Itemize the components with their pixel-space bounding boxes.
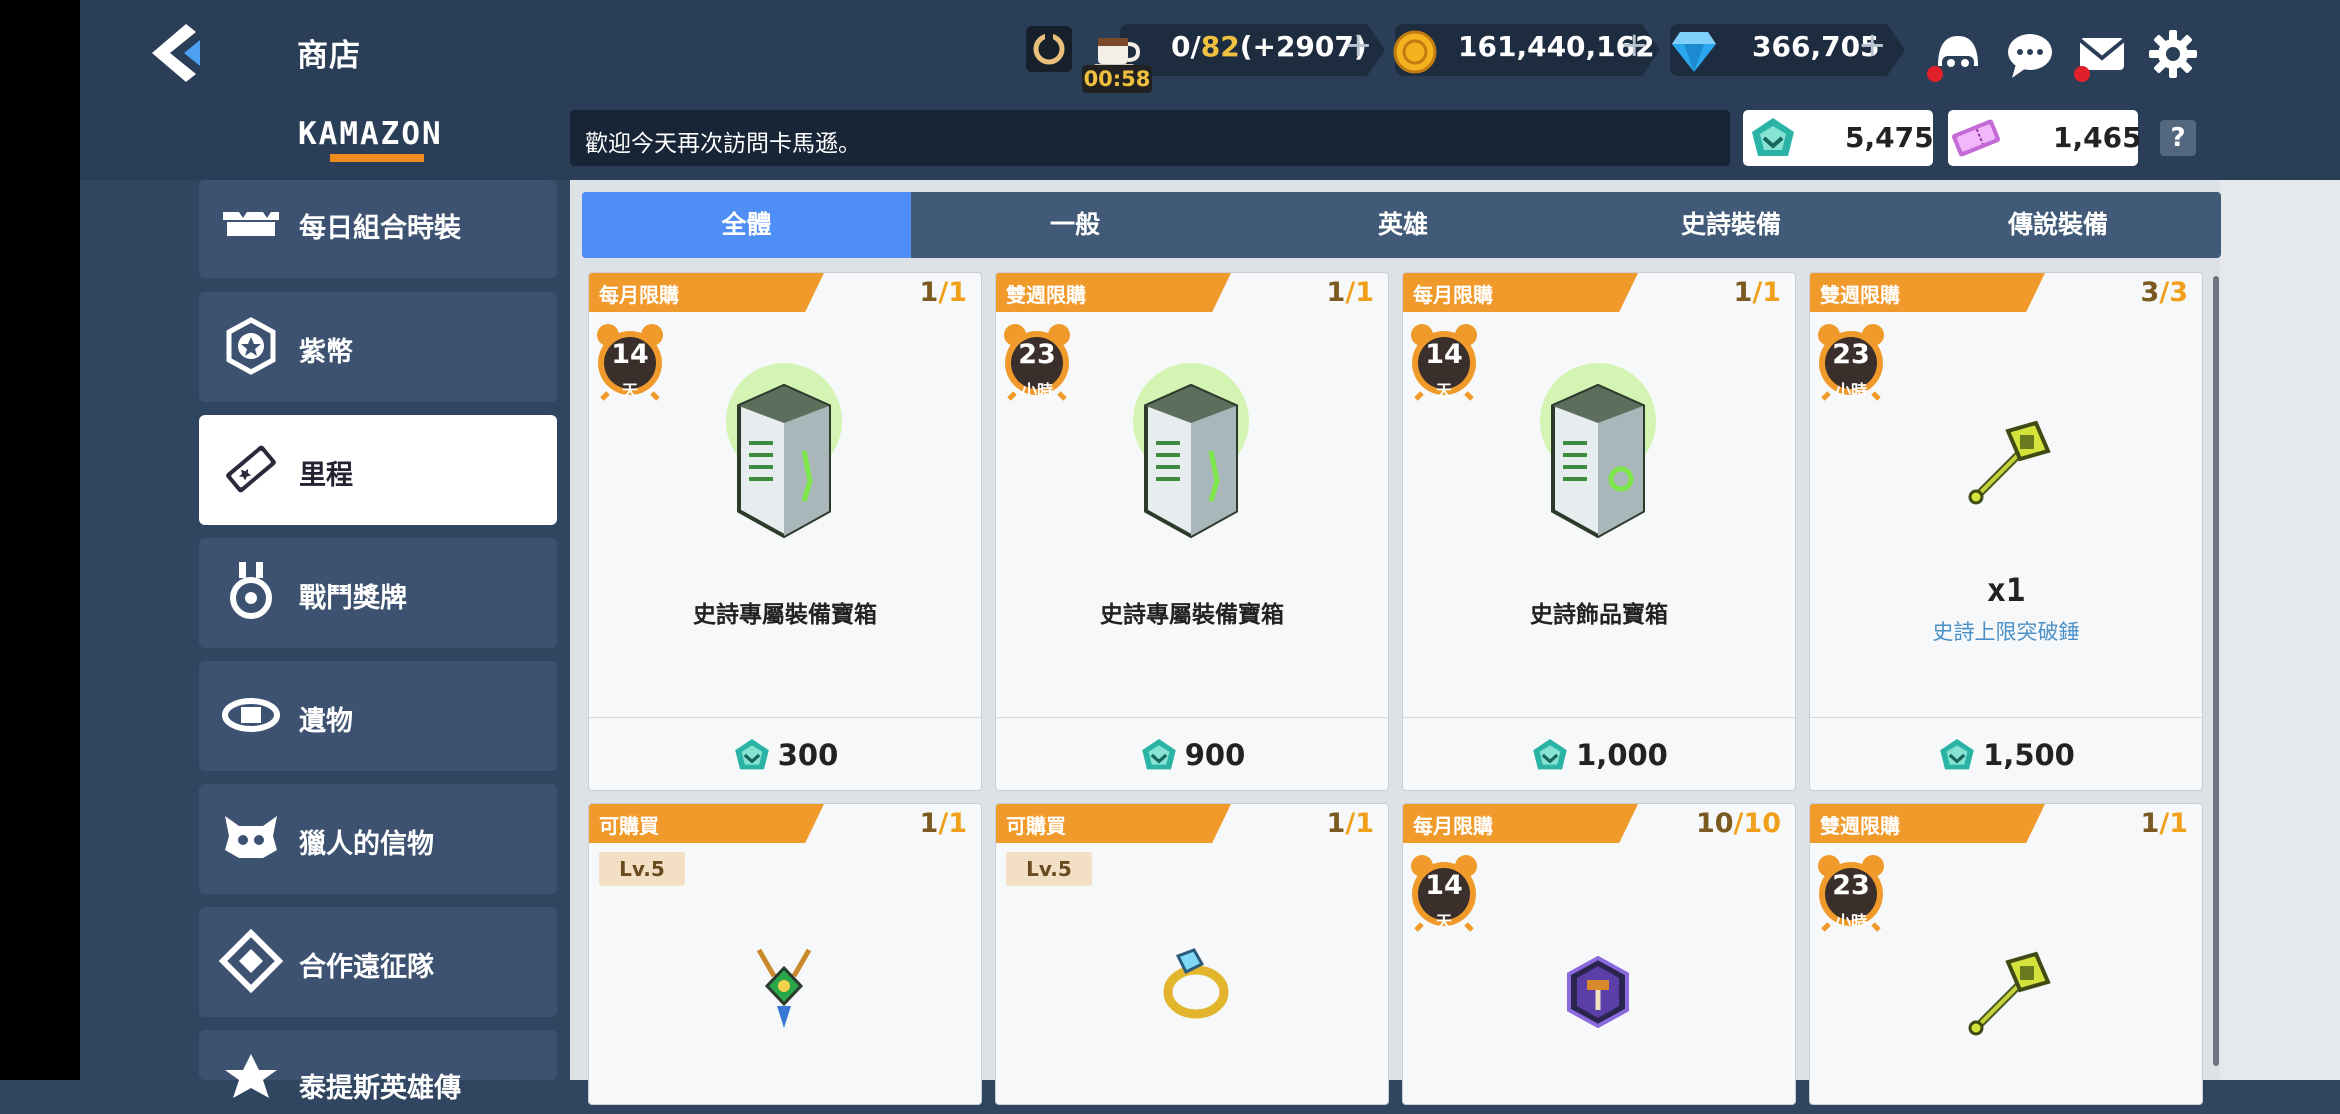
product-card[interactable]: 每月限購 10/10 14 天 xyxy=(1402,803,1796,1105)
product-card[interactable]: 可購買 1/1 Lv.5 xyxy=(995,803,1389,1105)
product-card[interactable]: 雙週限購 3/3 23 小時 x1 史詩上限突破錘 1,500 xyxy=(1809,272,2203,791)
timer-unit: 天 xyxy=(1435,381,1452,400)
product-name: 史詩專屬裝備寶箱 xyxy=(693,602,877,628)
friends-notification-dot xyxy=(1927,66,1943,82)
diamond-icon xyxy=(1672,32,1716,72)
purchase-limit-count: 10/10 xyxy=(1695,808,1781,839)
purchase-limit-count: 1/1 xyxy=(919,808,967,839)
mileage-ticket-icon xyxy=(226,445,276,493)
product-card[interactable]: 雙週限購 1/1 23 小時 史詩專屬裝備寶箱 900 xyxy=(995,272,1389,791)
back-arrow-icon xyxy=(152,24,200,82)
product-card[interactable]: 每月限購 1/1 14 天 史詩飾品寶箱 1,000 xyxy=(1402,272,1796,791)
product-card[interactable]: 雙週限購 1/1 23 小時 xyxy=(1809,803,2203,1105)
purple-coin-icon xyxy=(226,317,276,375)
chat-icon[interactable] xyxy=(2002,26,2058,82)
necklace-icon xyxy=(756,948,812,1028)
page-title: 商店 xyxy=(297,38,361,74)
relic-icon xyxy=(222,698,280,732)
mileage-currency-icon xyxy=(1533,739,1567,770)
product-subtitle: 史詩上限突破錘 xyxy=(1932,620,2080,644)
purchase-limit-count: 1/1 xyxy=(1326,808,1374,839)
gold-coin-icon xyxy=(1393,30,1437,74)
help-button[interactable]: ? xyxy=(2160,120,2196,156)
ticket-icon xyxy=(1952,119,2000,157)
sidebar-item-relic[interactable]: 遺物 xyxy=(199,661,557,771)
screen-bezel xyxy=(0,0,80,1080)
sidebar-item-purple-coin[interactable]: 紫幣 xyxy=(199,292,557,402)
level-badge: Lv.5 xyxy=(599,852,685,886)
product-price: 1,000 xyxy=(1403,735,1795,775)
welcome-text: 歡迎今天再次訪問卡馬遜。 xyxy=(585,131,861,157)
tab-all[interactable]: 全體 xyxy=(582,192,911,258)
ticket-balance: 1,465 xyxy=(2053,121,2142,154)
timer-value: 23 xyxy=(1832,339,1870,370)
sidebar-item-hunter-token[interactable]: 獵人的信物 xyxy=(199,784,557,894)
timer-unit: 小時 xyxy=(1834,381,1867,400)
timer-value: 14 xyxy=(1425,339,1463,370)
tab-hero[interactable]: 英雄 xyxy=(1239,192,1567,258)
epic-accessory-box-icon xyxy=(1540,363,1656,539)
tab-normal[interactable]: 一般 xyxy=(911,192,1239,258)
mail-notification-dot xyxy=(2074,66,2090,82)
settings-gear-icon[interactable] xyxy=(2145,26,2201,82)
sidebar-item-battle-medal[interactable]: 戰鬥獎牌 xyxy=(199,538,557,648)
sidebar-item-hero-saga[interactable]: 泰提斯英雄傳 xyxy=(199,1030,557,1104)
mileage-currency-icon xyxy=(1940,739,1974,770)
timer-value: 23 xyxy=(1832,870,1870,901)
product-card[interactable]: 每月限購 1/1 14 天 史詩專屬裝備寶箱 300 xyxy=(588,272,982,791)
right-background xyxy=(2220,180,2340,1080)
purchase-limit-count: 1/1 xyxy=(2140,808,2188,839)
mileage-currency-icon xyxy=(1141,739,1176,770)
mileage-balance: 5,475 xyxy=(1845,121,1934,154)
purchase-limit-count: 3/3 xyxy=(2140,277,2188,308)
gem-add-button[interactable]: + xyxy=(1858,25,1887,65)
product-price: 300 xyxy=(589,735,981,775)
purchase-limit-count: 1/1 xyxy=(1326,277,1374,308)
coffee-cup-icon xyxy=(1094,38,1141,69)
back-button[interactable] xyxy=(140,20,210,86)
limit-break-hammer-icon xyxy=(1968,420,2051,505)
product-quantity: x1 xyxy=(1986,571,2026,609)
hero-icon xyxy=(225,1054,277,1098)
medal-icon xyxy=(230,562,272,619)
sidebar-item-daily-costume[interactable]: 每日組合時裝 xyxy=(199,180,557,278)
level-badge: Lv.5 xyxy=(1006,852,1092,886)
sidebar-item-cooperative-expedition[interactable]: 合作遠征隊 xyxy=(199,907,557,1017)
product-name: 史詩飾品寶箱 xyxy=(1530,602,1668,628)
limit-break-hammer-icon xyxy=(1968,951,2051,1036)
tab-legendary-equipment[interactable]: 傳說裝備 xyxy=(1895,192,2221,258)
epic-equipment-box-icon xyxy=(1133,363,1249,539)
timer-unit: 小時 xyxy=(1020,381,1053,400)
timer-unit: 天 xyxy=(1435,912,1452,931)
timer-unit: 小時 xyxy=(1834,912,1867,931)
purchase-limit-count: 1/1 xyxy=(1733,277,1781,308)
expedition-icon xyxy=(219,929,283,993)
product-name: 史詩專屬裝備寶箱 xyxy=(1100,602,1284,628)
timer-value: 14 xyxy=(611,339,649,370)
stamina-text: 0/82(+2907) xyxy=(1171,30,1367,63)
tab-epic-equipment[interactable]: 史詩裝備 xyxy=(1567,192,1895,258)
product-price: 900 xyxy=(996,735,1388,775)
product-price: 1,500 xyxy=(1810,735,2202,775)
brand-underline xyxy=(330,154,424,162)
refill-icon[interactable] xyxy=(1026,26,1072,72)
timer-value: 23 xyxy=(1018,339,1056,370)
gold-add-button[interactable]: + xyxy=(1620,25,1649,65)
hunter-token-icon xyxy=(225,816,277,858)
mileage-currency-icon xyxy=(734,739,769,770)
product-card[interactable]: 可購買 1/1 Lv.5 xyxy=(588,803,982,1105)
stamina-timer: 00:58 xyxy=(1082,65,1152,93)
timer-unit: 天 xyxy=(621,381,638,400)
timer-value: 14 xyxy=(1425,870,1463,901)
sidebar-item-mileage[interactable]: 里程 xyxy=(199,415,557,525)
hammer-crystal-icon xyxy=(1567,955,1629,1029)
costume-icon xyxy=(223,212,279,236)
epic-equipment-box-icon xyxy=(726,363,842,539)
brand-logo: KAMAZON xyxy=(298,116,443,152)
mileage-currency-icon xyxy=(1752,118,1794,156)
purchase-limit-count: 1/1 xyxy=(919,277,967,308)
scrollbar-thumb[interactable] xyxy=(2213,276,2219,1066)
stamina-add-button[interactable]: + xyxy=(1344,25,1373,65)
ring-icon xyxy=(1163,948,1229,1019)
